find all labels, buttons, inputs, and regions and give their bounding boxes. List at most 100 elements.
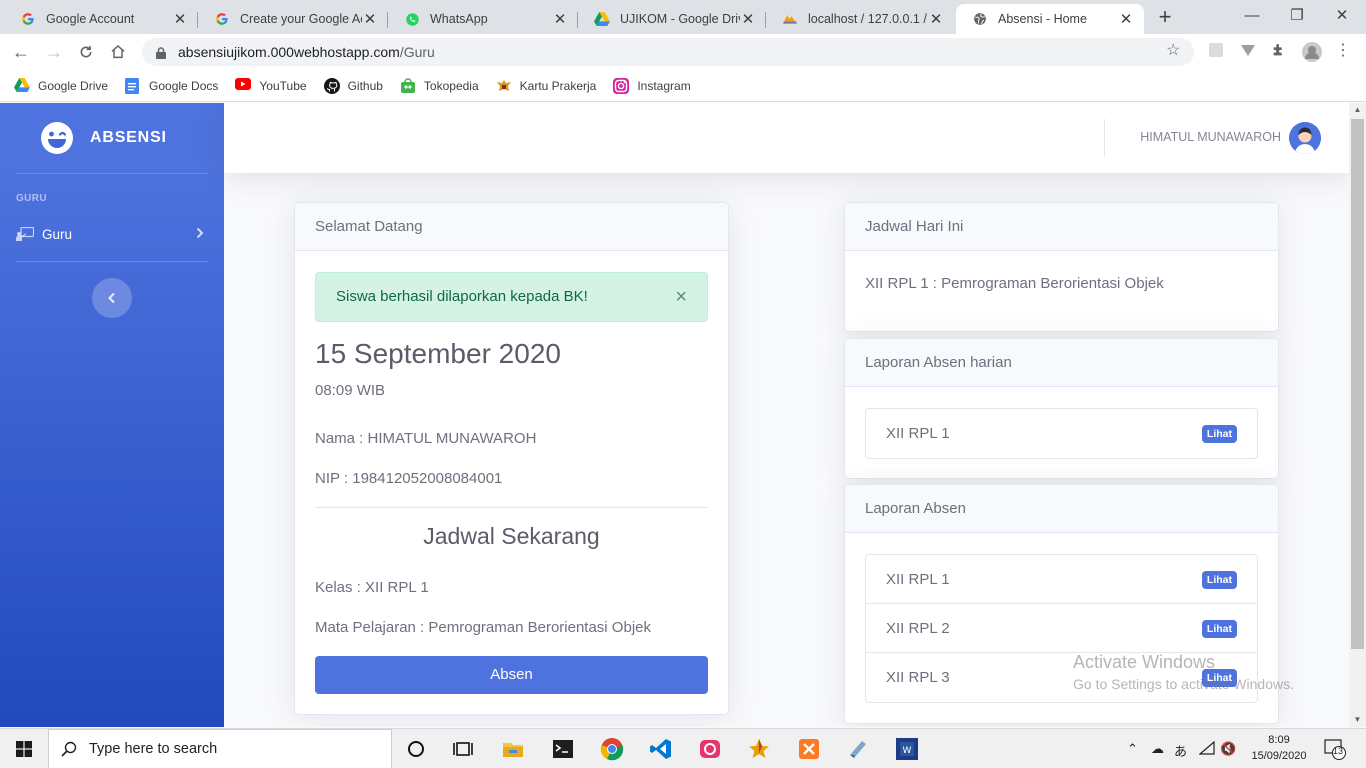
sidebar-toggle-button[interactable] bbox=[92, 278, 132, 318]
browser-tab[interactable]: Create your Google Acc ✕ bbox=[198, 4, 388, 34]
tray-chevron-up-icon[interactable]: ⌃ bbox=[1127, 741, 1138, 757]
address-bar[interactable]: absensiujikom.000webhostapp.com/Guru bbox=[142, 38, 1194, 66]
scroll-down-icon[interactable]: ▼ bbox=[1349, 713, 1366, 727]
github-icon bbox=[323, 77, 340, 94]
daily-report-list: XII RPL 1 Lihat bbox=[865, 408, 1258, 459]
bookmark-github[interactable]: Github bbox=[323, 77, 383, 94]
class-label: XII RPL 1 bbox=[886, 425, 950, 442]
word-icon[interactable]: W bbox=[895, 737, 919, 761]
class-label: XII RPL 3 bbox=[886, 669, 950, 686]
close-icon[interactable]: ✕ bbox=[362, 10, 378, 28]
terminal-icon[interactable] bbox=[551, 737, 575, 761]
taskbar-clock[interactable]: 8:09 15/09/2020 bbox=[1244, 732, 1314, 764]
alert-close-icon[interactable]: × bbox=[675, 286, 687, 309]
garuda-icon bbox=[496, 78, 512, 94]
bookmarks-bar: Google Drive Google Docs YouTube Github … bbox=[0, 70, 1366, 102]
bookmark-youtube[interactable]: YouTube bbox=[235, 77, 307, 94]
browser-tab[interactable]: WhatsApp ✕ bbox=[388, 4, 578, 34]
lock-icon bbox=[156, 46, 166, 59]
scrollbar-thumb[interactable] bbox=[1351, 119, 1364, 649]
close-icon[interactable]: ✕ bbox=[172, 10, 188, 28]
welcome-card: Selamat Datang Siswa berhasil dilaporkan… bbox=[294, 202, 729, 715]
bookmark-google-docs[interactable]: Google Docs bbox=[125, 77, 219, 94]
close-icon[interactable]: ✕ bbox=[552, 10, 568, 28]
reload-icon[interactable] bbox=[74, 40, 98, 64]
back-arrow-icon[interactable]: ← bbox=[9, 40, 33, 64]
close-icon[interactable]: ✕ bbox=[740, 10, 756, 28]
card-header: Jadwal Hari Ini bbox=[845, 203, 1278, 251]
task-view-icon[interactable] bbox=[451, 737, 475, 761]
bookmark-star-icon[interactable]: ☆ bbox=[1166, 40, 1180, 60]
user-name[interactable]: HIMATUL MUNAWAROH bbox=[1140, 130, 1281, 144]
browser-tab[interactable]: UJIKOM - Google Drive ✕ bbox=[578, 4, 766, 34]
bookmark-label: Tokopedia bbox=[423, 78, 479, 93]
taskbar-search-box[interactable]: Type here to search bbox=[48, 729, 392, 768]
forward-arrow-icon[interactable]: → bbox=[42, 40, 66, 64]
chrome-menu-icon[interactable]: ⋮ bbox=[1334, 40, 1352, 59]
file-explorer-icon[interactable] bbox=[501, 737, 525, 761]
close-icon[interactable]: ✕ bbox=[1118, 10, 1134, 28]
sidebar-item-label: Guru bbox=[42, 226, 73, 242]
close-icon[interactable]: ✕ bbox=[928, 10, 944, 28]
volume-muted-icon[interactable]: 🔇 bbox=[1220, 741, 1236, 757]
url-host: absensiujikom.000webhostapp.com bbox=[178, 44, 400, 60]
globe-icon bbox=[972, 11, 988, 27]
bookmark-tokopedia[interactable]: Tokopedia bbox=[400, 77, 479, 94]
scroll-up-icon[interactable]: ▲ bbox=[1349, 103, 1366, 117]
page-scrollbar[interactable]: ▲ ▼ bbox=[1349, 103, 1366, 727]
divider bbox=[315, 507, 708, 508]
sidebar-item-guru[interactable]: Guru bbox=[16, 223, 208, 245]
bookmark-kartu-prakerja[interactable]: Kartu Prakerja bbox=[496, 78, 596, 94]
minimize-button[interactable]: — bbox=[1240, 4, 1264, 28]
language-icon[interactable]: あ bbox=[1174, 741, 1187, 760]
new-tab-button[interactable]: + bbox=[1153, 6, 1177, 30]
avatar[interactable] bbox=[1289, 122, 1321, 154]
extension-icon[interactable] bbox=[1208, 42, 1226, 60]
bookmark-label: Google Docs bbox=[149, 78, 219, 93]
browser-tab[interactable]: localhost / 127.0.0.1 / a ✕ bbox=[766, 4, 954, 34]
tab-title: Absensi - Home bbox=[998, 12, 1087, 26]
drive-icon bbox=[594, 11, 610, 27]
lihat-badge[interactable]: Lihat bbox=[1201, 620, 1237, 638]
lihat-badge[interactable]: Lihat bbox=[1201, 425, 1237, 443]
vpn-extension-icon[interactable] bbox=[1240, 42, 1258, 60]
laugh-wink-icon bbox=[40, 121, 74, 155]
maximize-button[interactable]: ❐ bbox=[1285, 4, 1309, 28]
lihat-badge[interactable]: Lihat bbox=[1201, 571, 1237, 589]
network-icon[interactable] bbox=[1198, 740, 1215, 758]
drive-icon bbox=[14, 77, 30, 94]
home-icon[interactable] bbox=[106, 40, 130, 64]
whatsapp-icon bbox=[404, 11, 420, 27]
windows-start-icon[interactable] bbox=[16, 741, 32, 757]
absen-button[interactable]: Absen bbox=[315, 656, 708, 694]
list-item: XII RPL 1 Lihat bbox=[866, 555, 1257, 604]
sidebar: ABSENSI GURU Guru bbox=[0, 103, 224, 727]
window-close-button[interactable]: ✕ bbox=[1330, 4, 1354, 28]
alert-message: Siswa berhasil dilaporkan kepada BK! bbox=[336, 288, 588, 305]
bookmark-label: Google Drive bbox=[38, 78, 109, 93]
cortana-icon[interactable] bbox=[404, 737, 428, 761]
chrome-icon[interactable] bbox=[600, 737, 624, 761]
notification-icon[interactable]: 13 bbox=[1324, 738, 1346, 763]
extensions-puzzle-icon[interactable] bbox=[1271, 42, 1289, 60]
teacher-nip: NIP : 198412052008084001 bbox=[315, 470, 503, 487]
app-icon[interactable] bbox=[846, 737, 870, 761]
current-class: Kelas : XII RPL 1 bbox=[315, 579, 429, 596]
current-date: 15 September 2020 bbox=[315, 338, 561, 369]
sidebar-brand[interactable]: ABSENSI bbox=[40, 121, 167, 155]
profile-avatar-icon[interactable] bbox=[1302, 42, 1322, 62]
browser-tab[interactable]: Google Account ✕ bbox=[4, 4, 198, 34]
class-label: XII RPL 1 bbox=[886, 571, 950, 588]
brand-text: ABSENSI bbox=[90, 129, 167, 146]
bookmark-instagram[interactable]: Instagram bbox=[613, 77, 691, 94]
instagram-icon bbox=[613, 77, 630, 94]
xampp-icon[interactable] bbox=[797, 737, 821, 761]
onedrive-cloud-icon[interactable]: ☁ bbox=[1151, 741, 1164, 757]
bookmark-google-drive[interactable]: Google Drive bbox=[14, 77, 109, 94]
creative-cloud-icon[interactable] bbox=[698, 737, 722, 761]
class-label: XII RPL 2 bbox=[886, 620, 950, 637]
vscode-icon[interactable] bbox=[649, 737, 673, 761]
browser-tab-strip: Google Account ✕ Create your Google Acc … bbox=[0, 0, 1366, 34]
browser-tab-active[interactable]: Absensi - Home ✕ bbox=[956, 4, 1144, 34]
star-app-icon[interactable] bbox=[747, 737, 771, 761]
